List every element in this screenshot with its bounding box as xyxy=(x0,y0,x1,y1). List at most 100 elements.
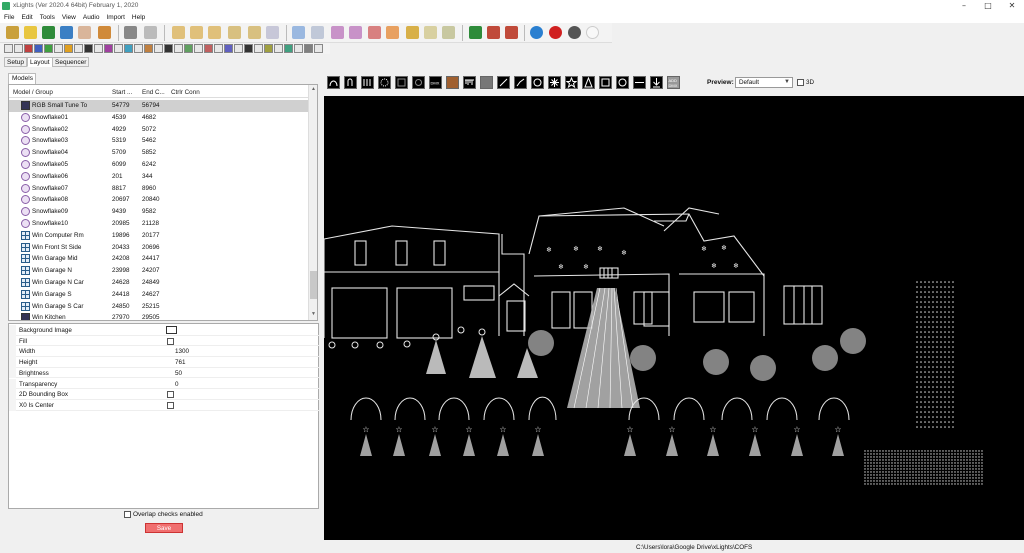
arches-tool-icon[interactable] xyxy=(327,76,340,89)
model-row[interactable]: Snowflake02 4929 5072 xyxy=(9,124,309,136)
light-bulb-off-icon[interactable] xyxy=(568,26,581,39)
effect-icon[interactable] xyxy=(164,44,173,53)
tree-tool-icon[interactable] xyxy=(582,76,595,89)
snowflake-icon[interactable]: ❄ xyxy=(621,249,627,257)
scroll-up-icon[interactable]: ▲ xyxy=(309,86,317,94)
menu-file[interactable]: File xyxy=(0,12,17,21)
effect-icon[interactable] xyxy=(174,44,183,53)
property-checkbox[interactable] xyxy=(167,337,174,345)
3d-checkbox[interactable] xyxy=(797,79,804,86)
zoom-out-icon[interactable] xyxy=(487,26,500,39)
circle-tool-icon[interactable] xyxy=(378,76,391,89)
snowflake-icon[interactable]: ❄ xyxy=(711,262,717,270)
snowflake-icon[interactable]: ❄ xyxy=(573,245,579,253)
stop-icon[interactable] xyxy=(208,26,221,39)
effect-icon[interactable] xyxy=(284,44,293,53)
save-icon[interactable] xyxy=(60,26,73,39)
tab-sequencer[interactable]: Sequencer xyxy=(52,57,90,67)
maximize-button[interactable]: □ xyxy=(976,0,1000,12)
download-tool-icon[interactable] xyxy=(650,76,663,89)
wand-icon[interactable] xyxy=(442,26,455,39)
property-row[interactable]: Fill xyxy=(9,335,319,347)
model-row[interactable]: Snowflake04 5709 5852 xyxy=(9,147,309,159)
layout-preview-canvas[interactable]: ❄ ❄ ❄ ❄ ❄ ❄ ❄ ❄ ❄ ❄ ☆ ☆ ☆ ☆ ☆ ☆ ☆ ☆ ☆ ☆ … xyxy=(324,96,1024,540)
triangle-icon[interactable] xyxy=(368,26,381,39)
model-row[interactable]: Snowflake03 5319 5462 xyxy=(9,135,309,147)
horizontal-matrix[interactable] xyxy=(864,449,984,485)
effect-icon[interactable] xyxy=(254,44,263,53)
light-bulb-on-icon[interactable] xyxy=(586,26,599,39)
model-row[interactable]: Snowflake07 8817 8960 xyxy=(9,183,309,195)
effect-icon[interactable] xyxy=(244,44,253,53)
property-value[interactable]: 761 xyxy=(175,359,186,366)
poly-line-tool-icon[interactable] xyxy=(514,76,527,89)
model-row[interactable]: Snowflake09 9439 9582 xyxy=(9,206,309,218)
menu-import[interactable]: Import xyxy=(102,12,127,21)
effect-icon[interactable] xyxy=(14,44,23,53)
model-row[interactable]: Snowflake06 201 344 xyxy=(9,171,309,183)
effect-icon[interactable] xyxy=(4,44,13,53)
last-frame-icon[interactable] xyxy=(248,26,261,39)
icicles-tool-icon[interactable] xyxy=(463,76,476,89)
snowflake-icon[interactable]: ❄ xyxy=(583,263,589,271)
channel-block-tool-icon[interactable] xyxy=(361,76,374,89)
new-sequence-icon[interactable] xyxy=(6,26,19,39)
effect-icon[interactable] xyxy=(274,44,283,53)
model-row[interactable]: Win Garage S 24418 24627 xyxy=(9,289,309,301)
close-button[interactable]: ✕ xyxy=(1000,0,1024,12)
effect-icon[interactable] xyxy=(214,44,223,53)
overlap-checkbox[interactable] xyxy=(124,511,131,518)
effect-icon[interactable] xyxy=(24,44,33,53)
property-row[interactable]: Transparency 0 xyxy=(9,378,319,390)
effect-icon[interactable] xyxy=(184,44,193,53)
models-subtab[interactable]: Models xyxy=(8,73,36,84)
effect-icon[interactable] xyxy=(234,44,243,53)
overlap-checks-toggle[interactable]: Overlap checks enabled xyxy=(124,511,203,518)
snowflake-icon[interactable]: ❄ xyxy=(558,263,564,271)
menu-audio[interactable]: Audio xyxy=(79,12,103,21)
clipboard-icon[interactable] xyxy=(144,26,157,39)
property-value[interactable]: 0 xyxy=(175,381,179,388)
effect-icon[interactable] xyxy=(94,44,103,53)
model-row[interactable]: Snowflake01 4539 4682 xyxy=(9,112,309,124)
tab-setup[interactable]: Setup xyxy=(4,57,27,67)
settings-icon[interactable] xyxy=(424,26,437,39)
candy-cane-tool-icon[interactable] xyxy=(344,76,357,89)
zoom-in-icon[interactable] xyxy=(469,26,482,39)
sphere-tool-icon[interactable] xyxy=(531,76,544,89)
column-start-channel[interactable]: Start ... xyxy=(112,89,132,96)
model-row[interactable]: Win Front St Side 20433 20696 xyxy=(9,242,309,254)
effect-icon[interactable] xyxy=(44,44,53,53)
mega-tree[interactable] xyxy=(567,287,640,409)
effect-icon[interactable] xyxy=(204,44,213,53)
star-trees[interactable]: ☆ ☆ ☆ ☆ ☆ ☆ ☆ ☆ ☆ ☆ ☆ ☆ xyxy=(362,425,841,434)
window-frame-tool-icon[interactable] xyxy=(599,76,612,89)
effect-icon[interactable] xyxy=(154,44,163,53)
house-preview-icon[interactable] xyxy=(386,26,399,39)
matrix-tool-icon[interactable] xyxy=(480,76,493,89)
play-icon[interactable] xyxy=(172,26,185,39)
property-row[interactable]: Width 1300 xyxy=(9,346,319,358)
property-row[interactable]: Background Image xyxy=(9,325,319,336)
3d-toggle[interactable]: 3D xyxy=(797,79,814,86)
lock-icon[interactable] xyxy=(124,26,137,39)
effect-icon[interactable] xyxy=(84,44,93,53)
timer-icon[interactable] xyxy=(505,26,518,39)
model-row[interactable]: Snowflake10 20985 21128 xyxy=(9,218,309,230)
add-dmx-tool-icon[interactable]: ADD DMX xyxy=(667,76,680,89)
effect-icon[interactable] xyxy=(314,44,323,53)
custom-tool-icon[interactable] xyxy=(412,76,425,89)
effect-icon[interactable] xyxy=(114,44,123,53)
preview-select[interactable]: Default ▼ xyxy=(735,77,793,88)
open-sequence-icon[interactable] xyxy=(24,26,37,39)
model-row[interactable]: RGB Small Tune To 54779 56794 xyxy=(9,100,309,112)
small-trees[interactable] xyxy=(426,336,538,378)
effect-icon[interactable] xyxy=(104,44,113,53)
model-preview-icon[interactable] xyxy=(331,26,344,39)
layers-icon[interactable] xyxy=(349,26,362,39)
snowflake-icon[interactable]: ❄ xyxy=(733,262,739,270)
effect-icon[interactable] xyxy=(54,44,63,53)
save-as-icon[interactable] xyxy=(78,26,91,39)
effect-icon[interactable] xyxy=(144,44,153,53)
property-checkbox[interactable] xyxy=(167,401,174,409)
